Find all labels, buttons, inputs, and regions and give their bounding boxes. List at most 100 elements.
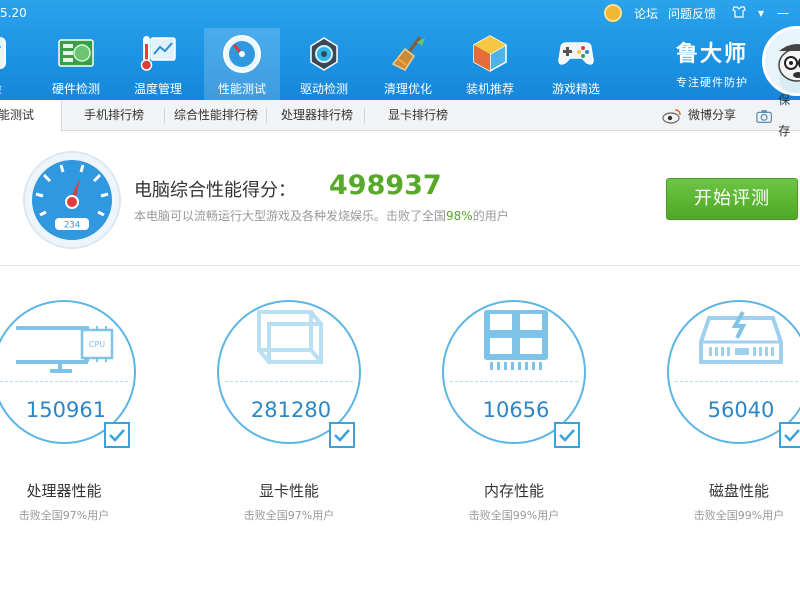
memory-chip-icon bbox=[484, 310, 548, 370]
nav-label: 清理优化 bbox=[383, 82, 432, 96]
tab-label: 手机排行榜 bbox=[84, 108, 145, 122]
check-icon bbox=[784, 429, 800, 442]
cpu-checkbox[interactable] bbox=[104, 422, 130, 448]
tab-label: 综合性能排行榜 bbox=[174, 108, 259, 122]
gpu-performance-card[interactable]: 281280 显卡性能 击败全国97%用户 bbox=[217, 300, 367, 530]
weibo-share-label: 微博分享 bbox=[688, 108, 737, 122]
memory-ring: 10656 bbox=[442, 300, 586, 448]
menu-dropdown-button[interactable]: ▾ bbox=[752, 6, 770, 20]
card-divider bbox=[0, 381, 128, 382]
tab-separator bbox=[164, 108, 165, 123]
tab-phone-ranking[interactable]: 手机排行榜 bbox=[84, 100, 144, 131]
gauge-readout: 234 bbox=[64, 221, 80, 231]
minimize-button[interactable]: — bbox=[774, 6, 792, 20]
score-desc-percent: 98% bbox=[446, 209, 473, 223]
broom-icon bbox=[391, 36, 425, 71]
memory-checkbox[interactable] bbox=[554, 422, 580, 448]
card-divider bbox=[675, 381, 800, 382]
score-description: 本电脑可以流畅运行大型游戏及各种发烧娱乐。击败了全国98%的用户 bbox=[134, 207, 509, 224]
tab-cpu-ranking[interactable]: 处理器排行榜 bbox=[281, 100, 353, 131]
disk-drive-icon bbox=[699, 311, 783, 364]
tab-bar: 性能测试 手机排行榜 综合性能排行榜 处理器排行榜 显卡排行榜 微博分享 bbox=[0, 93, 800, 138]
check-icon bbox=[109, 429, 125, 442]
feedback-link[interactable]: 问题反馈 bbox=[668, 5, 716, 22]
version-label: 5.20 bbox=[0, 6, 27, 20]
gpu-rank-text: 击败全国97%用户 bbox=[243, 509, 335, 522]
cpu-score: 150961 bbox=[25, 398, 107, 422]
tab-label: 显卡排行榜 bbox=[388, 108, 449, 122]
tab-separator bbox=[364, 108, 365, 123]
nav-label: 体检 bbox=[0, 80, 28, 97]
nav-item-build[interactable]: 装机推荐 bbox=[452, 28, 528, 100]
tab-label: 处理器排行榜 bbox=[281, 108, 354, 122]
tab-label: 性能测试 bbox=[0, 108, 35, 122]
gamepad-icon bbox=[558, 42, 594, 65]
checkup-icon bbox=[0, 37, 6, 69]
cpu-ring: CPU 150961 bbox=[0, 300, 136, 448]
top-right-controls: 论坛 问题反馈 ▾ — bbox=[603, 4, 792, 22]
forum-link[interactable]: 论坛 bbox=[634, 5, 658, 22]
gpu-label: 显卡性能 bbox=[258, 482, 319, 500]
check-icon bbox=[559, 429, 575, 442]
nav-item-checkup[interactable]: 体检 bbox=[0, 28, 28, 100]
camera-icon bbox=[756, 109, 773, 123]
start-benchmark-button[interactable]: 开始评测 bbox=[666, 178, 798, 220]
nav-item-performance[interactable]: 性能测试 bbox=[204, 28, 280, 100]
gpu-cube-icon bbox=[257, 310, 323, 364]
disk-performance-card[interactable]: 56040 磁盘性能 击败全国99%用户 bbox=[667, 300, 800, 530]
memory-label: 内存性能 bbox=[483, 482, 544, 500]
tab-performance[interactable]: 性能测试 bbox=[0, 100, 62, 132]
nav-item-games[interactable]: 游戏精选 bbox=[538, 28, 614, 100]
score-desc-prefix: 本电脑可以流畅运行大型游戏及各种发烧娱乐。击败了全国 bbox=[134, 209, 447, 223]
cpu-performance-card[interactable]: CPU 150961 处理器性能 击败全国97%用户 bbox=[0, 300, 142, 530]
nav-item-cleanup[interactable]: 清理优化 bbox=[370, 28, 446, 100]
thermometer-icon bbox=[140, 36, 176, 71]
disk-label: 磁盘性能 bbox=[708, 482, 769, 500]
gpu-score: 281280 bbox=[250, 398, 332, 422]
disk-rank-text: 击败全国99%用户 bbox=[693, 509, 785, 522]
cpu-label: 处理器性能 bbox=[26, 482, 102, 500]
overall-score: 498937 bbox=[329, 170, 442, 201]
nav-label: 性能测试 bbox=[217, 82, 266, 96]
weibo-share-button[interactable]: 微博分享 bbox=[662, 100, 736, 131]
nav-item-driver[interactable]: 驱动检测 bbox=[286, 28, 362, 100]
speedometer-icon bbox=[223, 35, 261, 73]
skin-icon[interactable] bbox=[730, 5, 748, 21]
nav-label: 游戏精选 bbox=[551, 82, 600, 96]
brand-subtitle: 专注硬件防护 bbox=[676, 76, 748, 89]
memory-performance-card[interactable]: 10656 内存性能 击败全国99%用户 bbox=[442, 300, 592, 530]
hardware-board-icon bbox=[58, 39, 94, 67]
tab-gpu-ranking[interactable]: 显卡排行榜 bbox=[388, 100, 448, 131]
tab-overall-ranking[interactable]: 综合性能排行榜 bbox=[174, 100, 258, 131]
nav-label: 温度管理 bbox=[133, 82, 182, 96]
header-bar: 5.20 论坛 问题反馈 ▾ — 体检 bbox=[0, 0, 800, 100]
score-label: 电脑综合性能得分： bbox=[134, 180, 296, 201]
gpu-ring: 281280 bbox=[217, 300, 361, 448]
disk-ring: 56040 bbox=[667, 300, 800, 448]
score-desc-suffix: 的用户 bbox=[472, 209, 509, 223]
brand-block: 鲁大师 专注硬件防护 bbox=[676, 36, 748, 90]
medal-icon[interactable] bbox=[603, 4, 622, 22]
disk-checkbox[interactable] bbox=[779, 422, 800, 448]
brand-title: 鲁大师 bbox=[676, 42, 749, 67]
nav-item-temperature[interactable]: 温度管理 bbox=[120, 28, 196, 100]
check-icon bbox=[334, 429, 350, 442]
cpu-monitor-icon: CPU bbox=[16, 326, 114, 373]
nav-label: 装机推荐 bbox=[465, 82, 514, 96]
card-divider bbox=[225, 381, 353, 382]
gpu-checkbox[interactable] bbox=[329, 422, 355, 448]
save-label: 保存 bbox=[778, 92, 791, 138]
memory-score: 10656 bbox=[482, 398, 550, 422]
driver-gear-icon bbox=[310, 37, 338, 71]
section-divider bbox=[0, 265, 800, 266]
cpu-rank-text: 击败全国97%用户 bbox=[18, 509, 110, 522]
cpu-chip-text: CPU bbox=[89, 340, 105, 349]
disk-score: 56040 bbox=[707, 398, 775, 422]
save-button[interactable]: 保存 bbox=[756, 93, 800, 138]
nav-label: 驱动检测 bbox=[299, 82, 348, 96]
app-window: 5.20 论坛 问题反馈 ▾ — 体检 bbox=[0, 0, 800, 600]
tab-separator bbox=[266, 108, 267, 123]
memory-rank-text: 击败全国99%用户 bbox=[468, 509, 560, 522]
nav-item-hardware[interactable]: 硬件检测 bbox=[38, 28, 114, 100]
cube-icon bbox=[473, 35, 507, 72]
